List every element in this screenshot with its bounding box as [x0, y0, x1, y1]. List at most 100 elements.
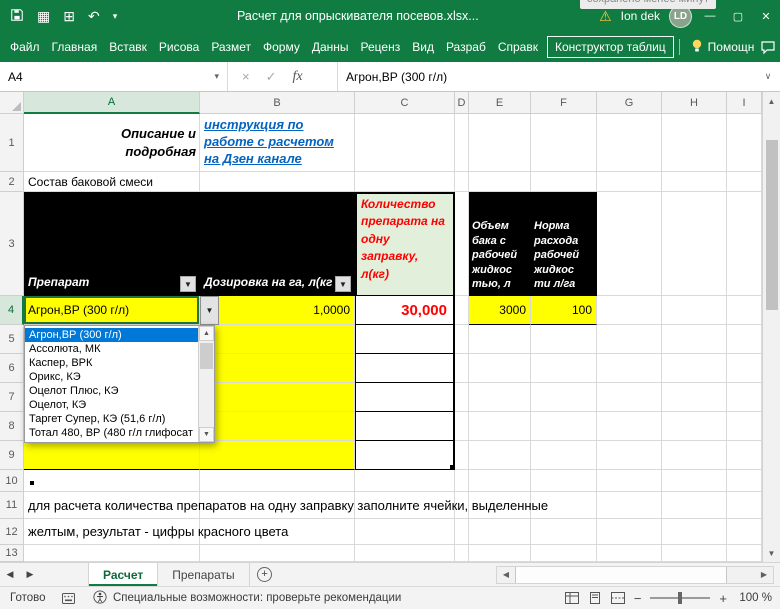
cell-g11[interactable] [597, 492, 662, 519]
dropdown-item[interactable]: Оцелот, КЭ [25, 398, 198, 412]
cell-g9[interactable] [597, 441, 662, 470]
cell-b9[interactable] [200, 441, 355, 470]
cell-c6[interactable] [355, 354, 455, 383]
row-header-11[interactable]: 11 [0, 492, 24, 519]
row-header-3[interactable]: 3 [0, 192, 24, 296]
page-layout-view-icon[interactable] [588, 592, 602, 604]
cell-e10[interactable] [469, 470, 531, 492]
cell-c5[interactable] [355, 325, 455, 354]
cell-d3[interactable] [455, 192, 469, 296]
cell-e12[interactable] [469, 519, 531, 545]
sheet-nav-left-icon[interactable]: ◀ [0, 563, 20, 586]
row-header-5[interactable]: 5 [0, 325, 24, 354]
cell-g5[interactable] [597, 325, 662, 354]
cell-a2[interactable]: Состав баковой смеси [24, 172, 200, 192]
zoom-slider-thumb[interactable] [678, 592, 683, 604]
dropdown-item[interactable]: Тотал 480, ВР (480 г/л глифосат [25, 426, 198, 440]
row-header-7[interactable]: 7 [0, 383, 24, 412]
row-header-12[interactable]: 12 [0, 519, 24, 545]
cell-c7[interactable] [355, 383, 455, 412]
tab-home[interactable]: Главная [46, 36, 104, 58]
cell-f2[interactable] [531, 172, 597, 192]
maximize-button[interactable]: ▢ [724, 0, 752, 32]
cell-d5[interactable] [455, 325, 469, 354]
cell-b4[interactable]: 1,0000 [200, 296, 355, 325]
tab-data[interactable]: Данны [306, 36, 355, 58]
cell-g8[interactable] [597, 412, 662, 441]
scroll-down-icon[interactable]: ▼ [199, 427, 214, 442]
cell-g6[interactable] [597, 354, 662, 383]
cell-h3[interactable] [662, 192, 727, 296]
filter-dropdown-icon-a3[interactable]: ▼ [180, 276, 196, 292]
account-name[interactable]: Ion dek [621, 9, 660, 23]
zoom-slider[interactable] [650, 592, 711, 604]
insert-function-button[interactable]: fx [293, 69, 303, 85]
cell-f1[interactable] [531, 114, 597, 172]
formula-input[interactable]: Агрон,ВР (300 г/л) [338, 62, 756, 91]
column-header-d[interactable]: D [455, 92, 469, 114]
name-box[interactable]: A4 ▾ [0, 62, 228, 91]
qat-caret-icon[interactable]: ▾ [113, 11, 118, 21]
cell-f4[interactable]: 100 [531, 296, 597, 325]
grid-plus-icon[interactable]: ⊞ [63, 9, 75, 23]
cell-f10[interactable] [531, 470, 597, 492]
cell-i1[interactable] [727, 114, 762, 172]
cell-i9[interactable] [727, 441, 762, 470]
cell-i5[interactable] [727, 325, 762, 354]
cell-e7[interactable] [469, 383, 531, 412]
cell-b8[interactable] [200, 412, 355, 441]
select-all-corner[interactable] [0, 92, 24, 114]
cell-b1[interactable]: инструкция по работе с расчетом на Дзен … [200, 114, 355, 172]
in-cell-dropdown-button[interactable]: ▼ [200, 296, 219, 325]
tab-layout[interactable]: Размет [205, 36, 257, 58]
close-button[interactable]: ✕ [752, 0, 780, 32]
filter-dropdown-icon-b3[interactable]: ▼ [335, 276, 351, 292]
cell-b5[interactable] [200, 325, 355, 354]
cell-h9[interactable] [662, 441, 727, 470]
column-header-f[interactable]: F [531, 92, 597, 114]
dropdown-item[interactable]: Ассолюта, МК [25, 342, 198, 356]
horizontal-scroll-thumb[interactable] [515, 566, 727, 583]
cell-h1[interactable] [662, 114, 727, 172]
confirm-entry-icon[interactable]: ✓ [266, 69, 277, 85]
column-header-c[interactable]: C [355, 92, 455, 114]
column-header-e[interactable]: E [469, 92, 531, 114]
zoom-out-button[interactable]: − [634, 591, 642, 606]
dropdown-item-selected[interactable]: Агрон,ВР (300 г/л) [25, 328, 198, 342]
cell-a12[interactable]: желтым, результат - цифры красного цвета [24, 519, 288, 545]
cell-h11[interactable] [662, 492, 727, 519]
row-header-1[interactable]: 1 [0, 114, 24, 172]
tab-developer[interactable]: Разраб [440, 36, 492, 58]
tab-draw[interactable]: Рисова [153, 36, 205, 58]
cell-c3[interactable]: Количество препарата на одну заправку, л… [355, 192, 455, 296]
zoom-in-button[interactable]: + [719, 591, 727, 606]
cell-a9[interactable] [24, 441, 200, 470]
page-break-view-icon[interactable] [610, 592, 625, 604]
accessibility-status[interactable]: Специальные возможности: проверьте реком… [93, 589, 401, 607]
sheet-tab-preparaty[interactable]: Препараты [158, 563, 250, 586]
column-header-b[interactable]: B [200, 92, 355, 114]
cell-f5[interactable] [531, 325, 597, 354]
cell-c4[interactable]: 30,000 [355, 296, 455, 325]
undo-icon[interactable]: ↶ [88, 9, 100, 23]
row-header-9[interactable]: 9 [0, 441, 24, 470]
cell-g3[interactable] [597, 192, 662, 296]
cell-i3[interactable] [727, 192, 762, 296]
scroll-up-icon[interactable]: ▲ [199, 326, 214, 341]
cell-c12[interactable] [355, 519, 455, 545]
row-header-13[interactable]: 13 [0, 545, 24, 562]
dropdown-item[interactable]: Таргет Супер, КЭ (51,6 г/л) [25, 412, 198, 426]
cell-h4[interactable] [662, 296, 727, 325]
cell-i2[interactable] [727, 172, 762, 192]
vertical-scrollbar[interactable]: ▲ ▼ [762, 92, 780, 562]
column-header-i[interactable]: I [727, 92, 762, 114]
cell-c10[interactable] [355, 470, 455, 492]
cell-i7[interactable] [727, 383, 762, 412]
cell-b2[interactable] [200, 172, 355, 192]
column-header-g[interactable]: G [597, 92, 662, 114]
cell-f7[interactable] [531, 383, 597, 412]
cell-a4-selected[interactable]: Агрон,ВР (300 г/л) [24, 296, 200, 325]
cell-f3[interactable]: Норма расхода рабочей жидкос ти л/га [531, 192, 597, 296]
cell-f12[interactable] [531, 519, 597, 545]
cell-a3[interactable]: Препарат ▼ [24, 192, 200, 296]
